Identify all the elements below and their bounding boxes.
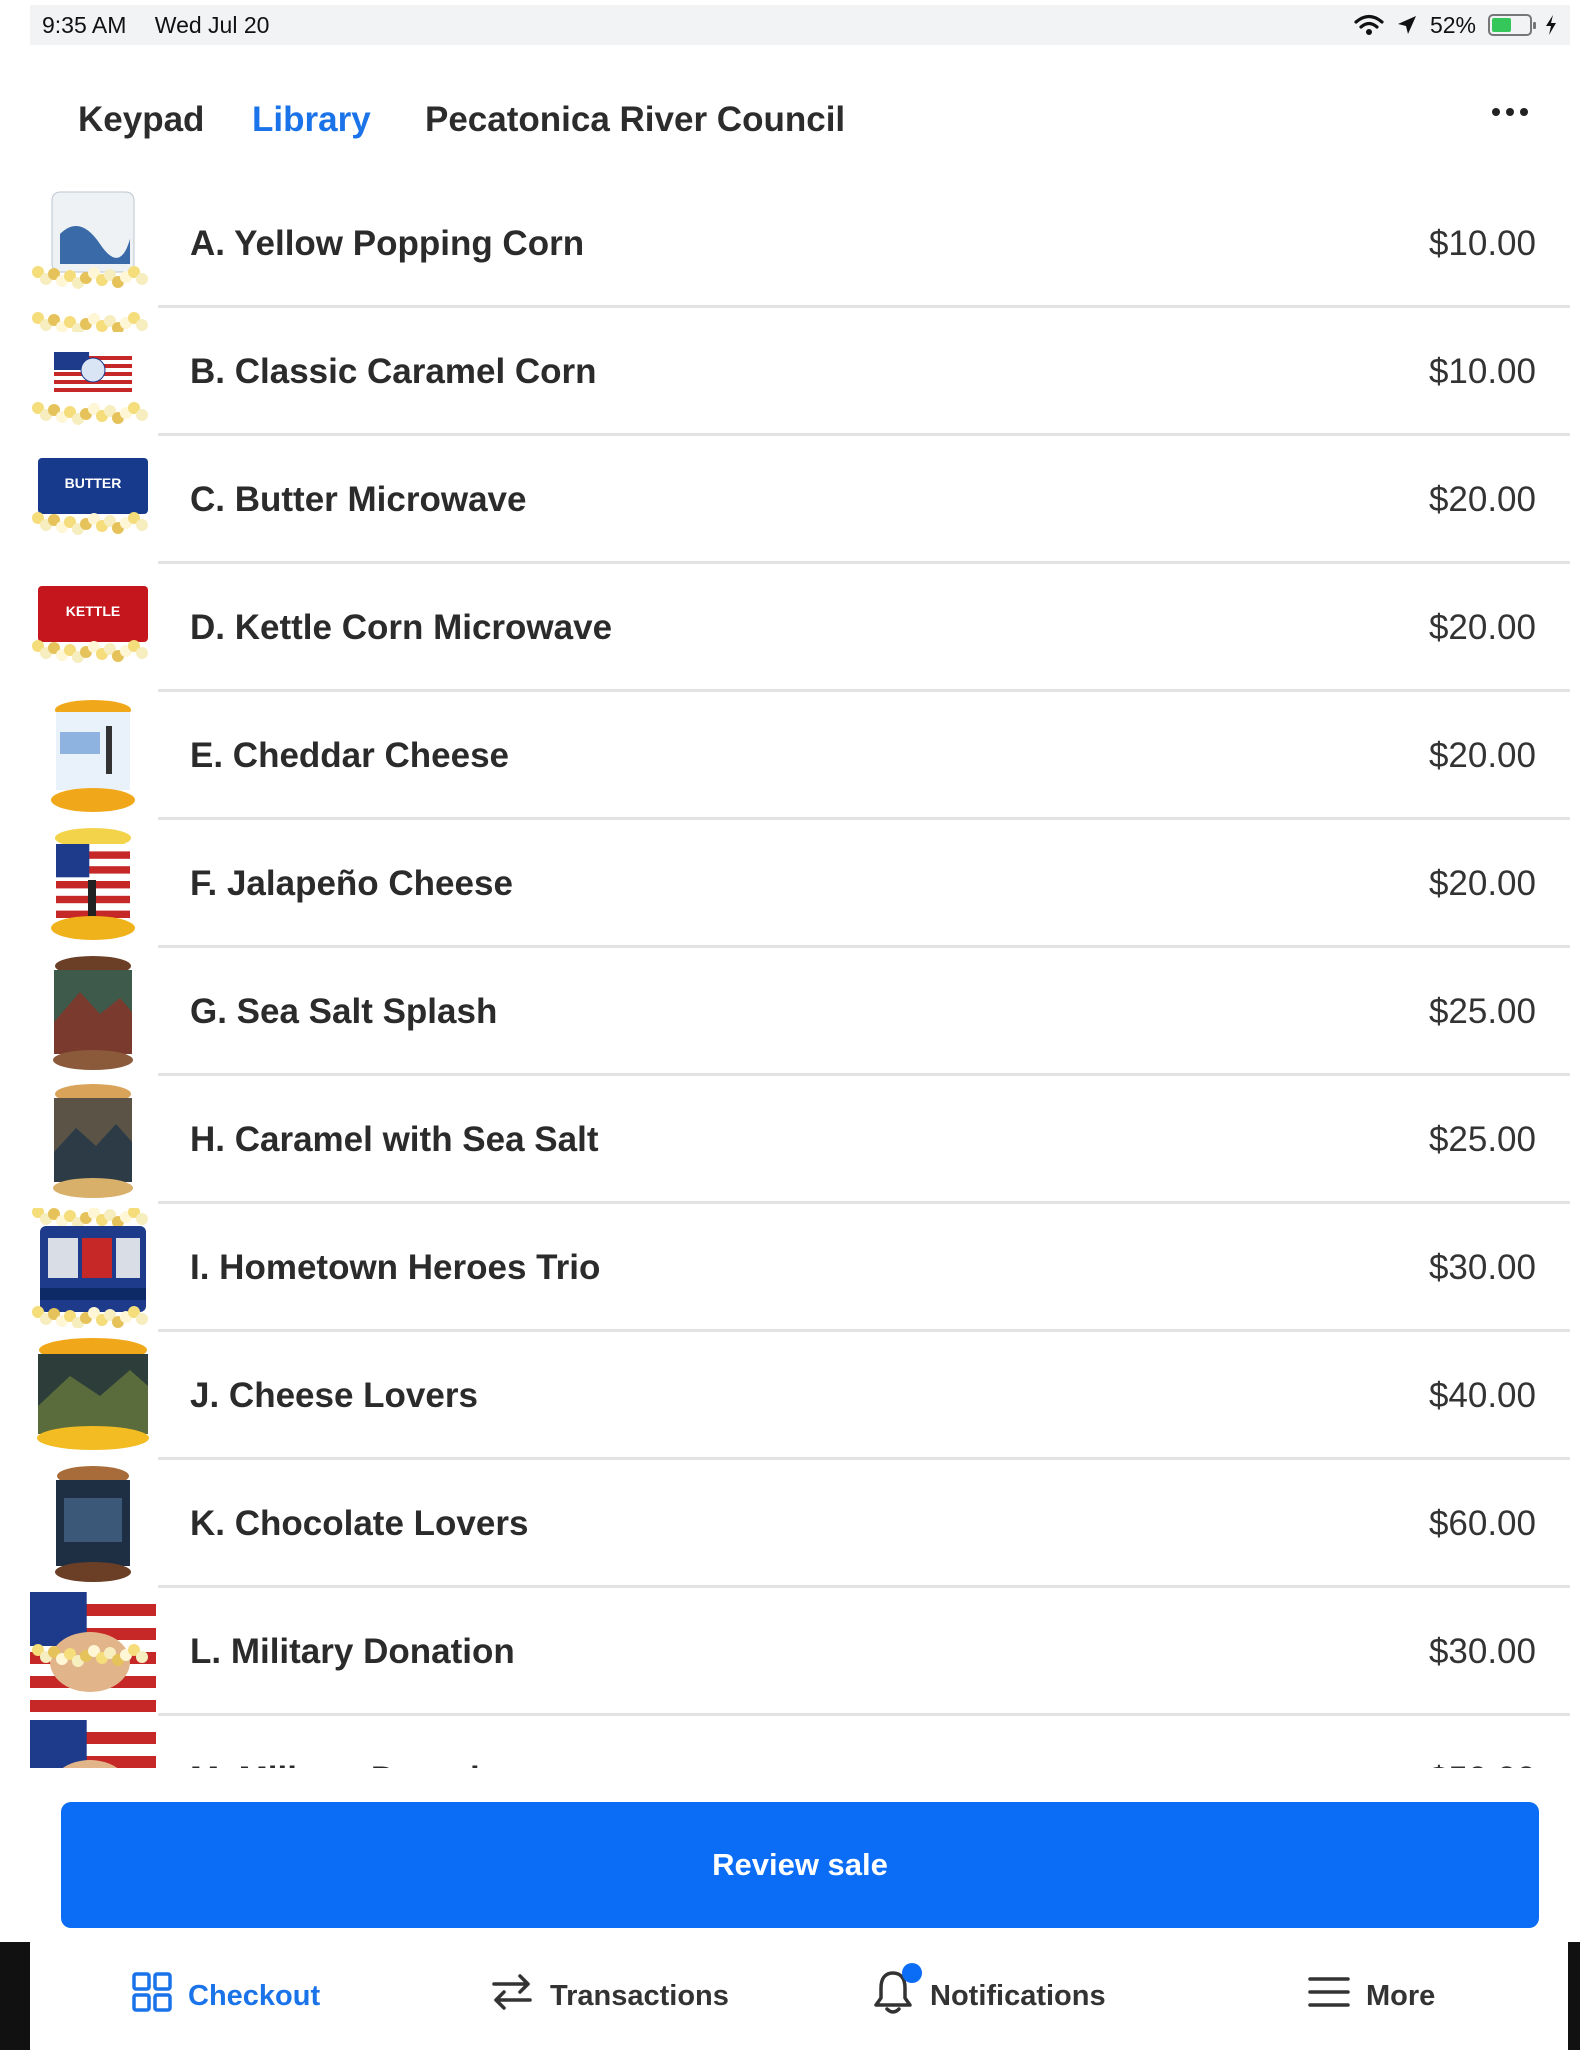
product-price: $25.00: [1428, 1120, 1536, 1159]
nav-transactions[interactable]: Transactions: [490, 1942, 729, 2050]
product-name: L. Military Donation: [190, 1632, 515, 1671]
product-name: E. Cheddar Cheese: [190, 736, 509, 775]
product-thumbnail: [30, 696, 156, 816]
product-thumbnail: [30, 1464, 156, 1584]
wifi-icon: [1354, 14, 1384, 35]
product-name: A. Yellow Popping Corn: [190, 224, 585, 263]
product-price: $25.00: [1428, 992, 1536, 1031]
review-sale-button[interactable]: Review sale: [61, 1802, 1539, 1928]
product-thumbnail: [30, 312, 156, 432]
product-row[interactable]: L. Military Donation $30.00: [30, 1588, 1570, 1716]
product-thumbnail: BUTTER: [30, 440, 156, 560]
product-row[interactable]: B. Classic Caramel Corn $10.00: [30, 308, 1570, 436]
product-row[interactable]: F. Jalapeño Cheese $20.00: [30, 820, 1570, 948]
notification-badge: [902, 1963, 922, 1983]
svg-text:KETTLE: KETTLE: [66, 603, 120, 619]
product-price: $40.00: [1428, 1376, 1536, 1415]
product-row[interactable]: K. Chocolate Lovers $60.00: [30, 1460, 1570, 1588]
status-bar: 9:35 AM Wed Jul 20 52%: [30, 5, 1570, 45]
bell-icon: [872, 1963, 922, 2023]
product-name: I. Hometown Heroes Trio: [190, 1248, 601, 1287]
product-row[interactable]: G. Sea Salt Splash $25.00: [30, 948, 1570, 1076]
product-row[interactable]: H. Caramel with Sea Salt $25.00: [30, 1076, 1570, 1204]
product-price: $20.00: [1428, 864, 1536, 903]
status-date: Wed Jul 20: [154, 11, 270, 38]
right-frame-bar: [1568, 1942, 1580, 2050]
product-row[interactable]: KETTLE D. Kettle Corn Microwave $20.00: [30, 564, 1570, 692]
product-thumbnail: [30, 1592, 156, 1712]
nav-checkout[interactable]: Checkout: [132, 1942, 320, 2050]
menu-icon: [1308, 1975, 1350, 2017]
left-frame-bar: [0, 1942, 30, 2050]
product-price: $20.00: [1428, 608, 1536, 647]
product-thumbnail: [30, 1336, 156, 1456]
nav-notifications[interactable]: Notifications: [872, 1942, 1106, 2050]
product-row[interactable]: A. Yellow Popping Corn $10.00: [30, 180, 1570, 308]
product-row[interactable]: E. Cheddar Cheese $20.00: [30, 692, 1570, 820]
tab-keypad[interactable]: Keypad: [78, 90, 204, 150]
location-arrow-icon: [1397, 16, 1416, 34]
product-name: H. Caramel with Sea Salt: [190, 1120, 599, 1159]
product-row[interactable]: I. Hometown Heroes Trio $30.00: [30, 1204, 1570, 1332]
svg-text:BUTTER: BUTTER: [65, 475, 122, 491]
product-thumbnail: [30, 952, 156, 1072]
product-thumbnail: KETTLE: [30, 568, 156, 688]
product-price: $20.00: [1428, 736, 1536, 775]
product-thumbnail: [30, 184, 156, 304]
battery-percent: 52%: [1429, 11, 1476, 38]
charging-bolt-icon: [1546, 15, 1556, 35]
product-price: $20.00: [1428, 480, 1536, 519]
product-name: M. Military Donation: [190, 1716, 523, 1768]
product-name: D. Kettle Corn Microwave: [190, 608, 613, 647]
ellipsis-icon[interactable]: [1492, 108, 1528, 116]
product-name: C. Butter Microwave: [190, 480, 527, 519]
product-price: $60.00: [1428, 1504, 1536, 1543]
product-price: $10.00: [1428, 352, 1536, 391]
grid-icon: [132, 1972, 172, 2020]
product-thumbnail: [30, 1080, 156, 1200]
product-thumbnail: [30, 824, 156, 944]
nav-more-label: More: [1366, 1979, 1436, 2012]
product-name: G. Sea Salt Splash: [190, 992, 498, 1031]
bottom-nav: Checkout Transactions Notifications More: [30, 1942, 1568, 2050]
product-thumbnail: [30, 1720, 156, 1768]
product-name: K. Chocolate Lovers: [190, 1504, 529, 1543]
product-name: J. Cheese Lovers: [190, 1376, 478, 1415]
nav-more[interactable]: More: [1308, 1942, 1435, 2050]
product-price: $30.00: [1428, 1248, 1536, 1287]
battery-icon: [1488, 14, 1536, 36]
tab-library[interactable]: Library: [252, 90, 371, 150]
header: Keypad Library Pecatonica River Council: [0, 90, 1580, 150]
nav-transactions-label: Transactions: [550, 1979, 729, 2012]
status-right: 52%: [1354, 12, 1558, 39]
product-row[interactable]: J. Cheese Lovers $40.00: [30, 1332, 1570, 1460]
nav-checkout-label: Checkout: [188, 1979, 321, 2012]
status-time: 9:35 AM: [42, 11, 127, 38]
battery-level: [1492, 18, 1511, 32]
product-row[interactable]: M. Military Donation $50.00: [30, 1716, 1570, 1768]
product-price: $50.00: [1429, 1716, 1536, 1768]
product-row[interactable]: BUTTER C. Butter Microwave $20.00: [30, 436, 1570, 564]
nav-notifications-label: Notifications: [930, 1979, 1106, 2012]
swap-arrows-icon: [490, 1972, 534, 2020]
product-thumbnail: [30, 1208, 156, 1328]
product-list[interactable]: A. Yellow Popping Corn $10.00 B. Classic…: [30, 180, 1570, 1768]
product-name: F. Jalapeño Cheese: [190, 864, 513, 903]
product-price: $10.00: [1428, 224, 1536, 263]
product-name: B. Classic Caramel Corn: [190, 352, 597, 391]
product-price: $30.00: [1428, 1632, 1536, 1671]
status-left: 9:35 AM Wed Jul 20: [42, 12, 291, 39]
tab-council[interactable]: Pecatonica River Council: [425, 90, 845, 150]
